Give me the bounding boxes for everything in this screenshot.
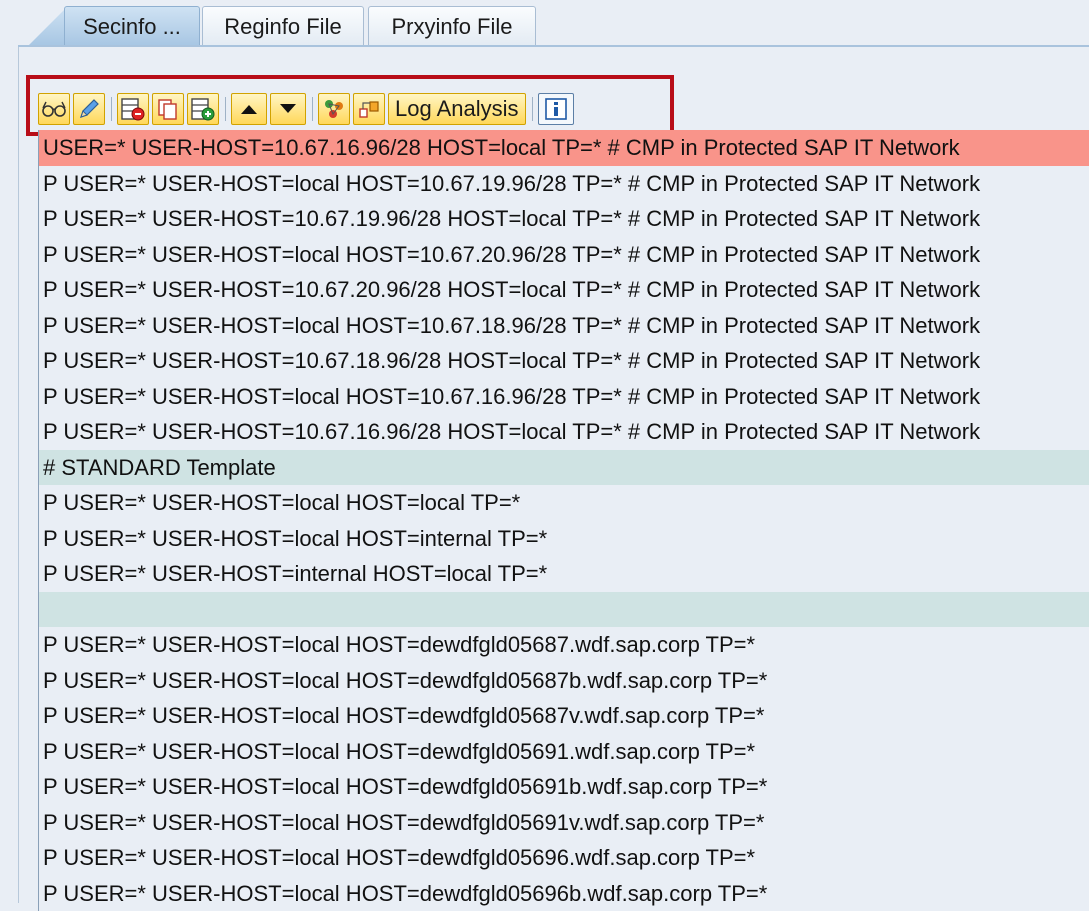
rule-line[interactable]: USER=* USER-HOST=10.67.16.96/28 HOST=loc…: [38, 130, 1089, 166]
rule-line[interactable]: P USER=* USER-HOST=10.67.16.96/28 HOST=l…: [38, 414, 1089, 450]
rule-line[interactable]: P USER=* USER-HOST=10.67.20.96/28 HOST=l…: [38, 272, 1089, 308]
rule-line[interactable]: P USER=* USER-HOST=local HOST=dewdfgld05…: [38, 769, 1089, 805]
users-button[interactable]: [318, 93, 350, 125]
arrow-up-icon: [239, 102, 259, 116]
info-icon: [544, 97, 568, 121]
tab-ramp: [28, 6, 68, 46]
copy-button[interactable]: [152, 93, 184, 125]
pencil-icon: [77, 97, 101, 121]
edit-button[interactable]: [73, 93, 105, 125]
move-up-button[interactable]: [231, 93, 267, 125]
rule-line[interactable]: P USER=* USER-HOST=internal HOST=local T…: [38, 556, 1089, 592]
display-button[interactable]: [38, 93, 70, 125]
rule-line[interactable]: P USER=* USER-HOST=local HOST=local TP=*: [38, 485, 1089, 521]
rule-line[interactable]: P USER=* USER-HOST=local HOST=dewdfgld05…: [38, 734, 1089, 770]
empty-line[interactable]: [38, 592, 1089, 628]
delete-row-button[interactable]: [117, 93, 149, 125]
log-analysis-button[interactable]: Log Analysis: [388, 93, 526, 125]
toolbar: Log Analysis: [38, 93, 574, 125]
rule-line[interactable]: P USER=* USER-HOST=local HOST=internal T…: [38, 521, 1089, 557]
toolbar-separator: [532, 97, 533, 121]
rule-line[interactable]: P USER=* USER-HOST=local HOST=dewdfgld05…: [38, 663, 1089, 699]
glasses-icon: [41, 99, 67, 119]
move-down-button[interactable]: [270, 93, 306, 125]
info-button[interactable]: [538, 93, 574, 125]
rule-line[interactable]: P USER=* USER-HOST=local HOST=dewdfgld05…: [38, 840, 1089, 876]
rule-line[interactable]: P USER=* USER-HOST=local HOST=10.67.20.9…: [38, 237, 1089, 273]
toolbar-separator: [111, 97, 112, 121]
rule-line[interactable]: P USER=* USER-HOST=local HOST=dewdfgld05…: [38, 627, 1089, 663]
secinfo-lines: USER=* USER-HOST=10.67.16.96/28 HOST=loc…: [38, 130, 1089, 911]
tab-strip: Secinfo ... Reginfo File Prxyinfo File: [0, 0, 1089, 48]
rule-line[interactable]: P USER=* USER-HOST=local HOST=10.67.19.9…: [38, 166, 1089, 202]
rule-line[interactable]: P USER=* USER-HOST=local HOST=dewdfgld05…: [38, 805, 1089, 841]
hierarchy-icon: [357, 97, 381, 121]
toolbar-separator: [225, 97, 226, 121]
rule-line[interactable]: P USER=* USER-HOST=10.67.19.96/28 HOST=l…: [38, 201, 1089, 237]
add-row-icon: [190, 97, 216, 121]
arrow-down-icon: [278, 102, 298, 116]
users-icon: [322, 97, 346, 121]
comment-line[interactable]: # STANDARD Template: [38, 450, 1089, 486]
rule-line[interactable]: P USER=* USER-HOST=local HOST=dewdfgld05…: [38, 876, 1089, 911]
rule-line[interactable]: P USER=* USER-HOST=local HOST=10.67.18.9…: [38, 308, 1089, 344]
rule-line[interactable]: P USER=* USER-HOST=10.67.18.96/28 HOST=l…: [38, 343, 1089, 379]
delete-row-icon: [120, 97, 146, 121]
copy-icon: [156, 97, 180, 121]
add-row-button[interactable]: [187, 93, 219, 125]
toolbar-separator: [312, 97, 313, 121]
hierarchy-button[interactable]: [353, 93, 385, 125]
rule-line[interactable]: P USER=* USER-HOST=local HOST=10.67.16.9…: [38, 379, 1089, 415]
tab-secinfo[interactable]: Secinfo ...: [64, 6, 200, 46]
rule-line[interactable]: P USER=* USER-HOST=local HOST=dewdfgld05…: [38, 698, 1089, 734]
tab-reginfo[interactable]: Reginfo File: [202, 6, 364, 46]
tab-prxyinfo[interactable]: Prxyinfo File: [368, 6, 536, 46]
